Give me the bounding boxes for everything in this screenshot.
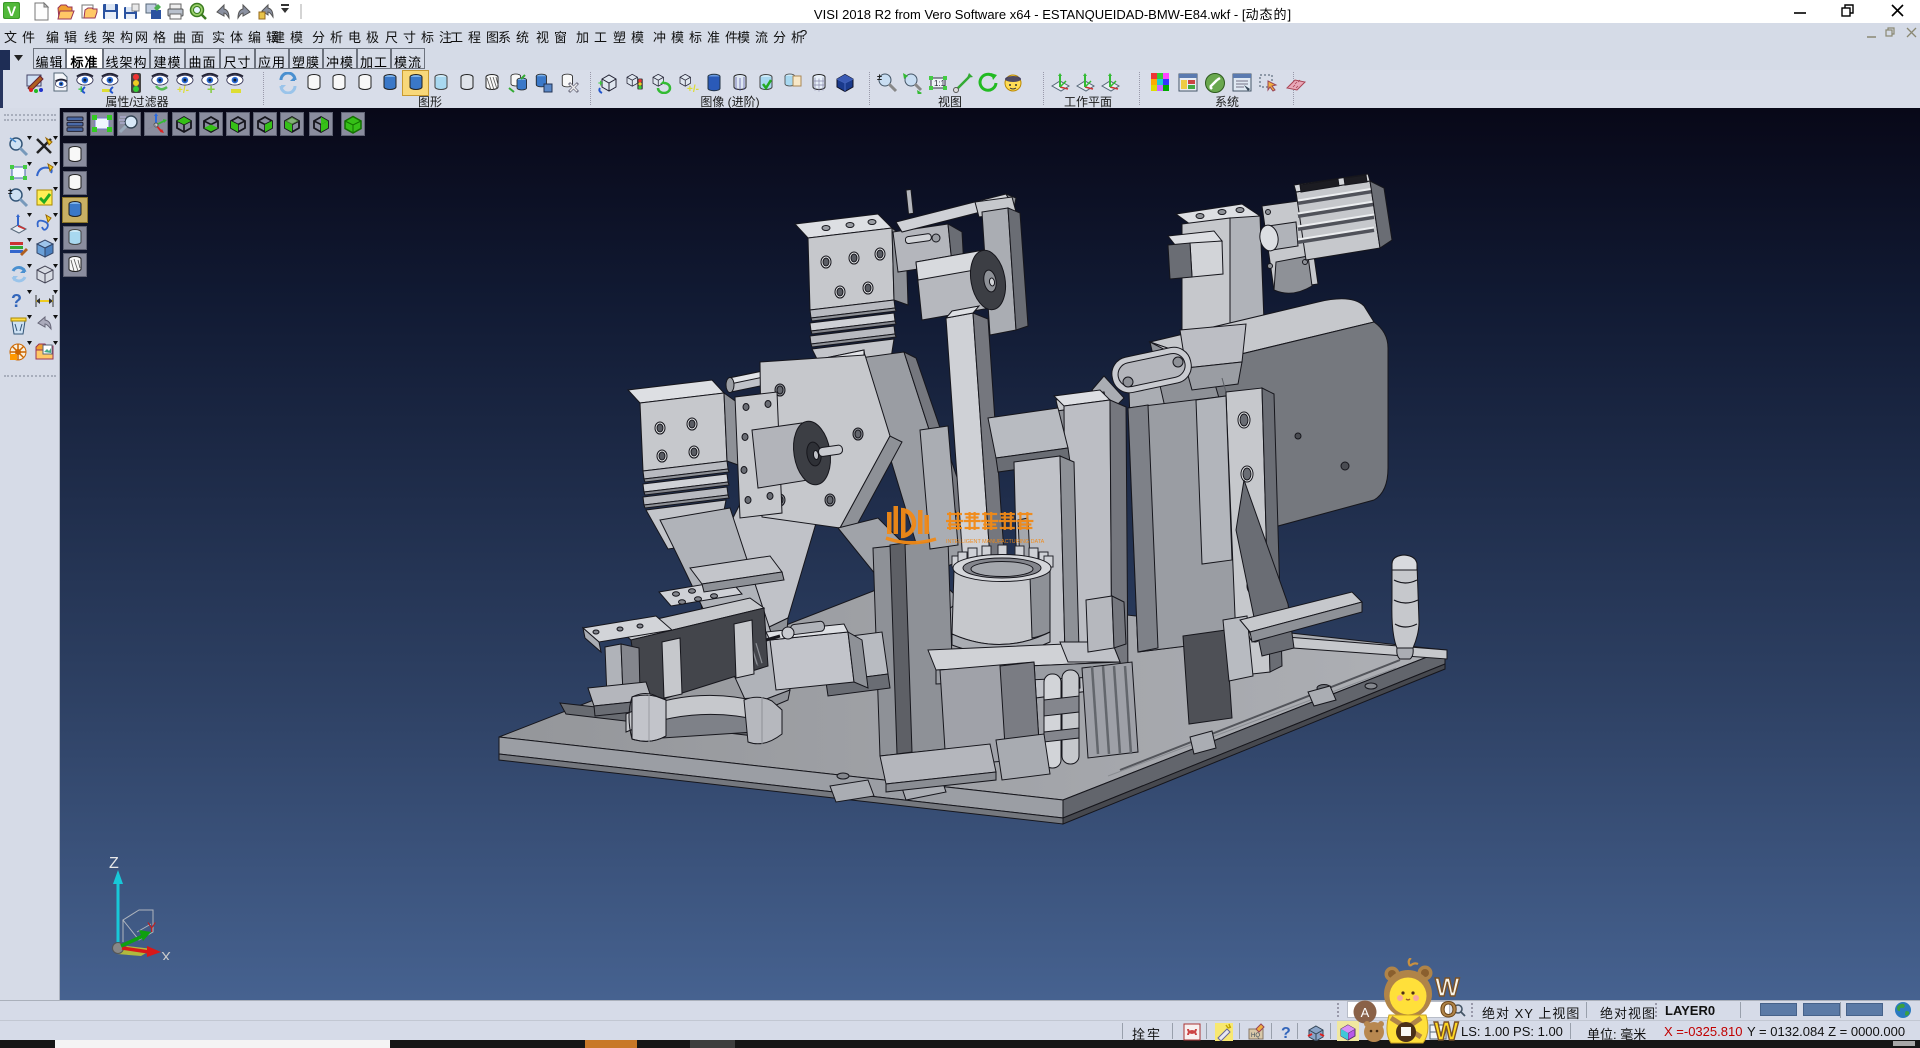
svg-text:?: ? [1281, 1025, 1291, 1041]
svg-text:A: A [1361, 1005, 1370, 1020]
svg-text:INTELLIGENT MANUFACTURING DATA: INTELLIGENT MANUFACTURING DATA [946, 539, 1045, 545]
svg-text:W: W [1434, 1016, 1459, 1046]
svg-text:HQ: HQ [1251, 1033, 1260, 1039]
